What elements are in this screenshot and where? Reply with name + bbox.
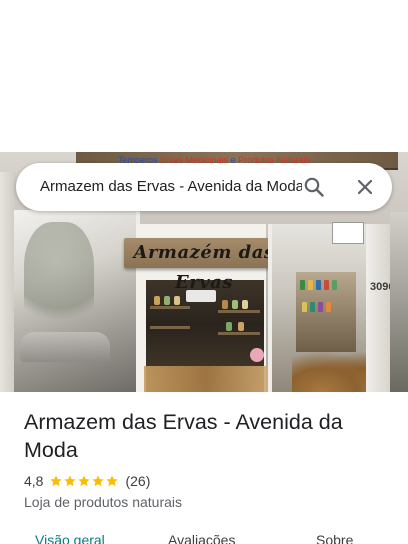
close-icon[interactable] bbox=[353, 175, 377, 199]
interior-shelf bbox=[218, 332, 260, 335]
place-category: Loja de produtos naturais bbox=[24, 494, 182, 510]
right-pillar bbox=[366, 224, 390, 392]
star-rating bbox=[49, 474, 119, 488]
product-shelves bbox=[296, 272, 356, 352]
shop-sign: Armazém das Ervas bbox=[124, 238, 284, 293]
neighbor-storefront bbox=[390, 212, 408, 392]
star-icon bbox=[106, 475, 119, 487]
house-number: 3096 bbox=[370, 281, 395, 293]
star-icon bbox=[92, 475, 105, 487]
product bbox=[326, 302, 331, 312]
interior-shelf bbox=[150, 306, 190, 309]
product bbox=[316, 280, 321, 290]
place-tabs: Visão geral Avaliações Sobre bbox=[0, 528, 408, 544]
product bbox=[310, 302, 315, 312]
product bbox=[302, 302, 307, 312]
jar bbox=[238, 322, 244, 331]
permit-sign bbox=[332, 222, 364, 244]
product bbox=[324, 280, 329, 290]
place-details-screen: Temperos Ervas Medicinais e Produtos Nat… bbox=[0, 0, 408, 544]
search-input[interactable]: Armazem das Ervas - Avenida da Moda bbox=[40, 163, 302, 211]
search-icon[interactable] bbox=[302, 175, 326, 199]
product bbox=[318, 302, 323, 312]
jar bbox=[154, 296, 160, 305]
rating-value: 4,8 bbox=[24, 473, 44, 489]
search-bar[interactable]: Armazem das Ervas - Avenida da Moda bbox=[16, 163, 392, 211]
star-icon bbox=[64, 475, 77, 487]
jar bbox=[232, 300, 238, 309]
tree-reflection bbox=[24, 222, 94, 332]
baskets bbox=[144, 366, 268, 392]
place-title: Armazem das Ervas - Avenida da Moda bbox=[24, 410, 343, 462]
product bbox=[308, 280, 313, 290]
tab-overview[interactable]: Visão geral bbox=[35, 528, 105, 544]
shop-sign-text: Armazém das Ervas bbox=[133, 242, 275, 293]
tab-reviews[interactable]: Avaliações bbox=[168, 528, 235, 544]
rating-row[interactable]: 4,8 (26) bbox=[24, 471, 150, 491]
product bbox=[300, 280, 305, 290]
interior-shelf bbox=[150, 326, 190, 329]
top-blank-area bbox=[0, 0, 408, 152]
interior-shelf bbox=[218, 310, 260, 313]
star-icon bbox=[78, 475, 91, 487]
jar bbox=[226, 322, 232, 331]
review-count[interactable]: (26) bbox=[125, 473, 150, 489]
jar bbox=[222, 300, 228, 309]
decor-light bbox=[250, 348, 264, 362]
tab-about[interactable]: Sobre bbox=[316, 528, 353, 544]
jar bbox=[164, 296, 170, 305]
product bbox=[332, 280, 337, 290]
jar bbox=[242, 300, 248, 309]
star-icon bbox=[50, 475, 63, 487]
car-reflection bbox=[20, 332, 110, 362]
